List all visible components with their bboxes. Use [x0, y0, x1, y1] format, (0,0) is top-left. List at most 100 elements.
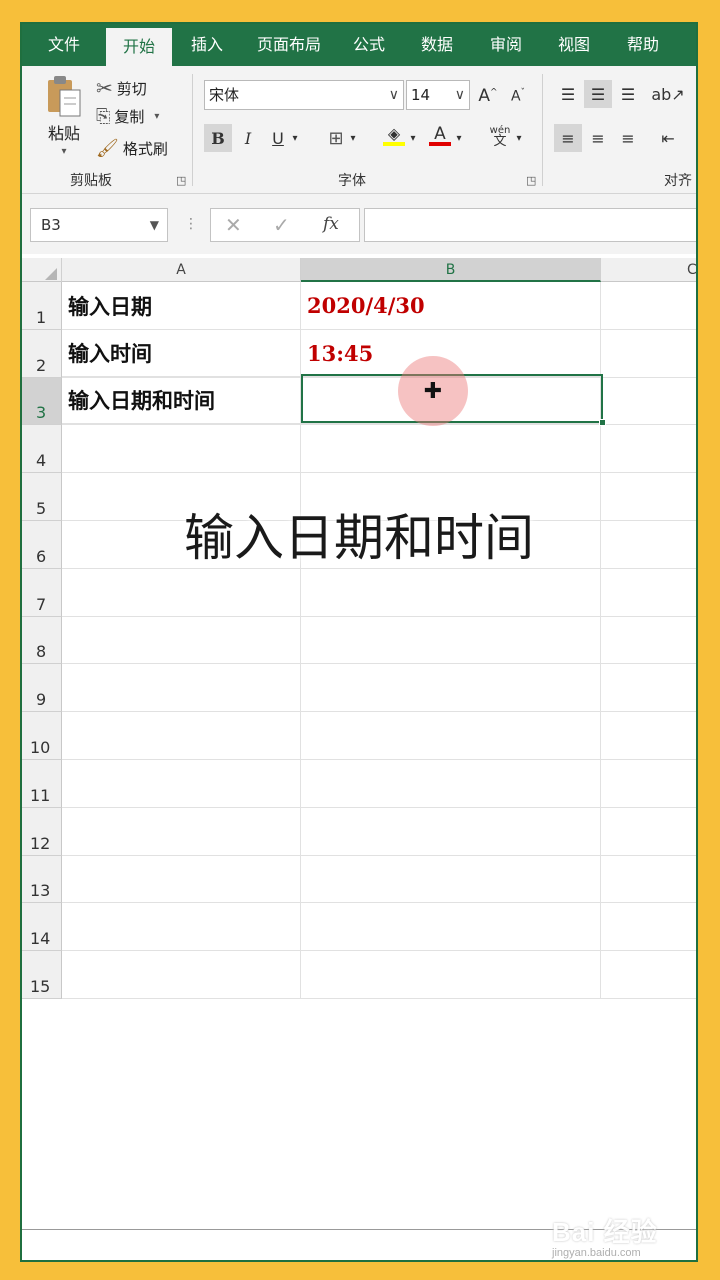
- grid-cell[interactable]: [62, 951, 301, 999]
- font-size-combo[interactable]: 14 ∨: [406, 80, 470, 110]
- grid-cell[interactable]: [601, 378, 696, 425]
- row-header[interactable]: 2: [22, 330, 62, 378]
- chevron-down-icon[interactable]: ▾: [346, 124, 360, 152]
- grid-cell[interactable]: [62, 712, 301, 760]
- grid-cell[interactable]: [301, 808, 601, 856]
- grid-cell[interactable]: [301, 569, 601, 617]
- select-all-corner[interactable]: [22, 258, 62, 282]
- italic-button[interactable]: I: [234, 124, 262, 152]
- decrease-indent-button[interactable]: ⇤: [654, 124, 682, 152]
- align-top-button[interactable]: ☰: [554, 80, 582, 108]
- row-header[interactable]: 3: [22, 378, 62, 425]
- grid-cell[interactable]: [601, 664, 696, 712]
- bold-button[interactable]: B: [204, 124, 232, 152]
- row-header[interactable]: 11: [22, 760, 62, 808]
- column-header-c[interactable]: C: [601, 258, 696, 282]
- align-right-button[interactable]: ≡: [614, 124, 642, 152]
- formula-input[interactable]: [364, 208, 696, 242]
- column-header-b[interactable]: B: [301, 258, 601, 282]
- increase-font-size-button[interactable]: A^: [474, 82, 502, 110]
- align-middle-icon: ☰: [590, 84, 606, 104]
- grid-cell[interactable]: [301, 903, 601, 951]
- row-header[interactable]: 1: [22, 282, 62, 330]
- tab-insert[interactable]: 插入: [172, 24, 242, 66]
- grid-cell[interactable]: [301, 664, 601, 712]
- fill-handle[interactable]: [599, 419, 606, 426]
- tab-page-layout[interactable]: 页面布局: [242, 24, 336, 66]
- row-header[interactable]: 7: [22, 569, 62, 617]
- grid-cell[interactable]: [601, 425, 696, 473]
- orientation-button[interactable]: ab↗: [651, 80, 684, 108]
- cut-button[interactable]: ✂ 剪切: [96, 76, 147, 100]
- tab-file[interactable]: 文件: [22, 24, 106, 66]
- grid-cell[interactable]: [601, 282, 696, 330]
- chevron-down-icon[interactable]: ▾: [288, 124, 302, 152]
- row-header[interactable]: 9: [22, 664, 62, 712]
- chevron-down-icon[interactable]: ▾: [452, 124, 466, 152]
- grid-cell[interactable]: [301, 760, 601, 808]
- grid-cell[interactable]: [301, 712, 601, 760]
- grid-cell[interactable]: [601, 903, 696, 951]
- font-name-combo[interactable]: 宋体 ∨: [204, 80, 404, 110]
- tab-review[interactable]: 审阅: [472, 24, 540, 66]
- tab-home[interactable]: 开始: [106, 28, 172, 66]
- row-header[interactable]: 10: [22, 712, 62, 760]
- row-header[interactable]: 4: [22, 425, 62, 473]
- enter-check-icon[interactable]: ✓: [273, 213, 290, 237]
- font-color-button[interactable]: A: [426, 122, 454, 150]
- align-center-button[interactable]: ≡: [584, 124, 612, 152]
- grid-cell[interactable]: [601, 951, 696, 999]
- tab-data[interactable]: 数据: [402, 24, 472, 66]
- grid-cell[interactable]: [601, 617, 696, 664]
- align-middle-button[interactable]: ☰: [584, 80, 612, 108]
- name-box[interactable]: B3 ▼: [30, 208, 168, 242]
- row-header[interactable]: 15: [22, 951, 62, 999]
- grid-cell[interactable]: [62, 760, 301, 808]
- grid-cell[interactable]: [601, 569, 696, 617]
- cancel-icon[interactable]: ✕: [225, 213, 242, 237]
- tab-view[interactable]: 视图: [540, 24, 608, 66]
- dialog-launcher-icon[interactable]: ◳: [526, 174, 536, 187]
- paste-button[interactable]: 粘贴 ▾: [42, 74, 86, 157]
- grid-cell[interactable]: [62, 856, 301, 903]
- cell-a1[interactable]: 输入日期: [62, 282, 301, 330]
- grid-cell[interactable]: [62, 664, 301, 712]
- insert-function-icon[interactable]: fx: [323, 214, 339, 234]
- grid-cell[interactable]: [62, 569, 301, 617]
- grid-cell[interactable]: [601, 330, 696, 378]
- copy-button[interactable]: ⎘ 复制 ▾: [96, 106, 159, 127]
- grid-cell[interactable]: [301, 951, 601, 999]
- grid-cell[interactable]: [601, 760, 696, 808]
- grid-cell[interactable]: [62, 903, 301, 951]
- decrease-font-size-button[interactable]: Aˇ: [504, 82, 532, 110]
- row-header[interactable]: 12: [22, 808, 62, 856]
- cell-a3[interactable]: 输入日期和时间: [62, 377, 301, 424]
- grid-cell[interactable]: [62, 808, 301, 856]
- dialog-launcher-icon[interactable]: ◳: [176, 174, 186, 187]
- grid-cell[interactable]: [62, 617, 301, 664]
- format-painter-button[interactable]: 🖌 格式刷: [96, 138, 168, 159]
- grid-cell[interactable]: [301, 425, 601, 473]
- grid-cell[interactable]: [601, 856, 696, 903]
- chevron-down-icon[interactable]: ▾: [406, 124, 420, 152]
- row-header[interactable]: 14: [22, 903, 62, 951]
- grid-cell[interactable]: [301, 856, 601, 903]
- row-header[interactable]: 8: [22, 617, 62, 664]
- phonetic-guide-button[interactable]: wén 文: [486, 122, 514, 150]
- splitter-handle-icon[interactable]: ⋮: [184, 216, 198, 232]
- grid-cell[interactable]: [601, 808, 696, 856]
- grid-cell[interactable]: [601, 712, 696, 760]
- fill-color-button[interactable]: ◈: [380, 122, 408, 150]
- align-left-button[interactable]: ≡: [554, 124, 582, 152]
- column-header-a[interactable]: A: [62, 258, 301, 282]
- chevron-down-icon[interactable]: ▾: [512, 124, 526, 152]
- grid-cell[interactable]: [62, 425, 301, 473]
- row-header[interactable]: 13: [22, 856, 62, 903]
- align-bottom-button[interactable]: ☰: [614, 80, 642, 108]
- tab-formulas[interactable]: 公式: [336, 24, 402, 66]
- cell-a2[interactable]: 输入时间: [62, 330, 301, 377]
- cell-b1[interactable]: 2020/4/30: [301, 282, 601, 330]
- tab-help[interactable]: 帮助: [608, 24, 678, 66]
- excel-window: 文件 开始 插入 页面布局 公式 数据 审阅 视图 帮助 粘贴 ▾ ✂ 剪切 ⎘…: [20, 22, 698, 1262]
- grid-cell[interactable]: [301, 617, 601, 664]
